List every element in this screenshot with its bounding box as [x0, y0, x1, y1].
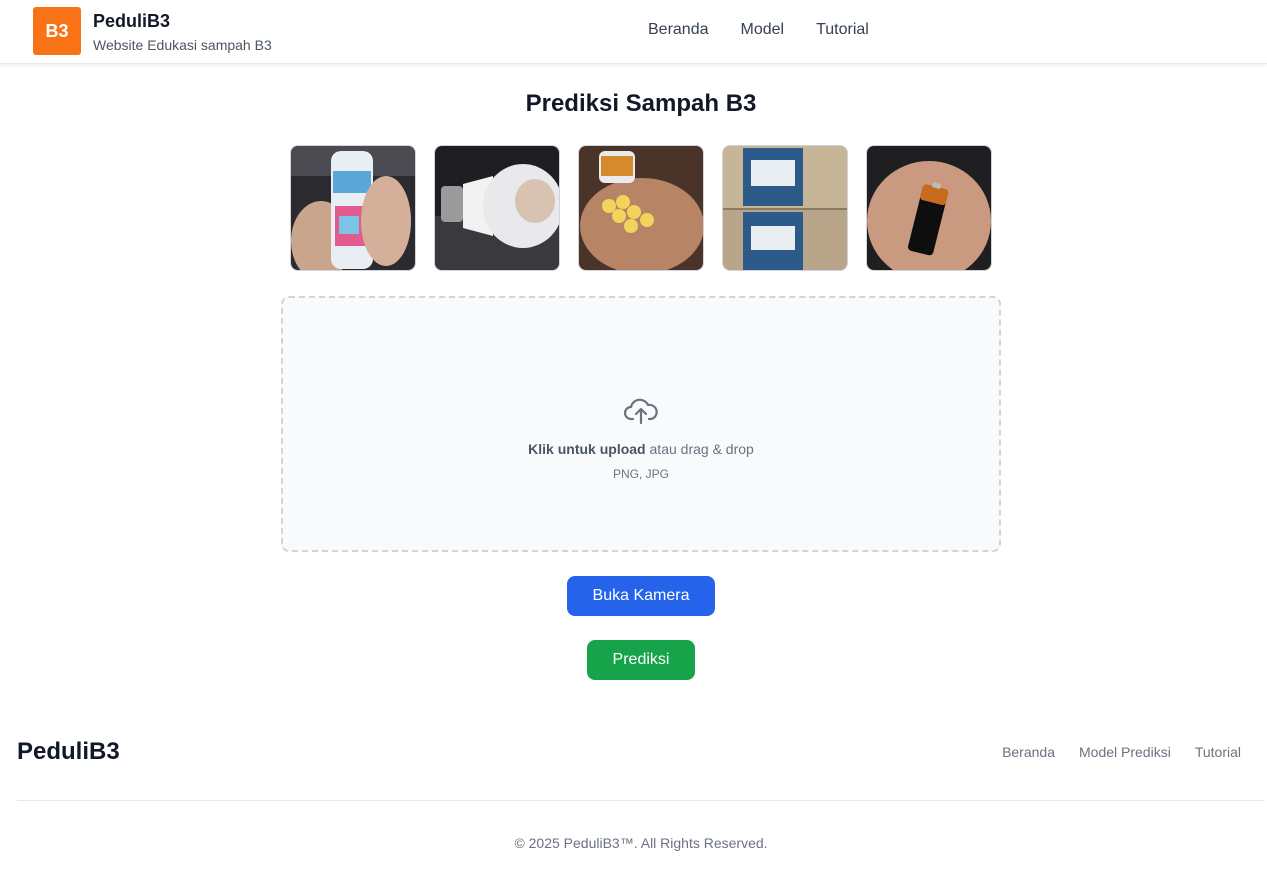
cloud-upload-icon: [623, 398, 658, 425]
upload-formats: PNG, JPG: [612, 467, 669, 481]
logo[interactable]: B3: [33, 7, 81, 55]
open-camera-button[interactable]: Buka Kamera: [567, 576, 715, 616]
nav-model[interactable]: Model: [741, 21, 785, 39]
sample-battery[interactable]: [866, 145, 992, 271]
upload-drag-text: atau drag & drop: [645, 441, 754, 457]
sample-images: [290, 145, 992, 271]
light-bulb-image: [435, 146, 559, 270]
upload-click-text: Klik untuk upload: [528, 441, 646, 457]
sample-spray-can[interactable]: [290, 145, 416, 271]
predict-button[interactable]: Prediksi: [587, 640, 695, 680]
sample-pills[interactable]: [578, 145, 704, 271]
footer-nav: Beranda Model Prediksi Tutorial: [1002, 744, 1241, 760]
main-nav: Beranda Model Tutorial: [648, 21, 869, 39]
upload-dropzone[interactable]: Klik untuk upload atau drag & drop PNG, …: [281, 296, 1001, 552]
page-title: Prediksi Sampah B3: [525, 90, 757, 117]
footer-link-beranda[interactable]: Beranda: [1002, 744, 1055, 760]
spray-can-image: [291, 146, 415, 270]
sample-light-bulb[interactable]: [434, 145, 560, 271]
footer-link-model-prediksi[interactable]: Model Prediksi: [1079, 744, 1171, 760]
pills-image: [579, 146, 703, 270]
site-header: B3 PeduliB3 Website Edukasi sampah B3 Be…: [0, 0, 1267, 64]
brand-tagline: Website Edukasi sampah B3: [93, 37, 272, 53]
nav-tutorial[interactable]: Tutorial: [816, 21, 869, 39]
battery-image: [867, 146, 991, 270]
copyright: © 2025 PeduliB3™. All Rights Reserved.: [514, 835, 768, 851]
brand-name: PeduliB3: [93, 11, 171, 31]
sample-detergent-boxes[interactable]: [722, 145, 848, 271]
upload-instructions: Klik untuk upload atau drag & drop: [528, 441, 754, 457]
footer-brand: PeduliB3: [17, 738, 120, 765]
footer-link-tutorial[interactable]: Tutorial: [1195, 744, 1241, 760]
detergent-boxes-image: [723, 146, 847, 270]
nav-beranda[interactable]: Beranda: [648, 21, 709, 39]
footer-divider: [17, 800, 1265, 801]
